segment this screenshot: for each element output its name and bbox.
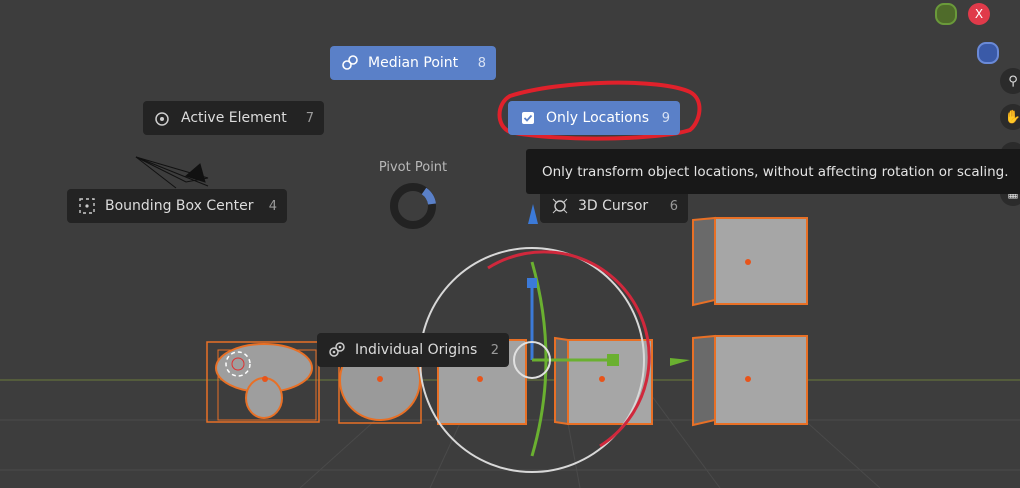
tooltip-text: Only transform object locations, without… bbox=[542, 163, 1009, 180]
pie-item-median-point[interactable]: Median Point 8 bbox=[330, 46, 496, 80]
green-circle-button[interactable] bbox=[935, 3, 957, 25]
tooltip: Only transform object locations, without… bbox=[526, 149, 1020, 194]
pie-item-label: Active Element bbox=[181, 110, 287, 126]
cube-lower-right[interactable] bbox=[692, 334, 808, 427]
viewport-scene[interactable] bbox=[0, 0, 1020, 488]
pie-item-individual-origins[interactable]: Individual Origins 2 bbox=[317, 333, 509, 367]
shortcut-number: 8 bbox=[477, 55, 486, 71]
shortcut-number: 7 bbox=[305, 110, 314, 126]
pie-item-bounding-box-center[interactable]: Bounding Box Center 4 bbox=[67, 189, 287, 223]
shortcut-number: 2 bbox=[490, 342, 499, 358]
shortcut-number: 6 bbox=[669, 198, 678, 214]
pie-item-active-element[interactable]: Active Element 7 bbox=[143, 101, 324, 135]
bounding-box-icon bbox=[77, 196, 97, 216]
pan-button[interactable]: ✋ bbox=[1000, 104, 1020, 130]
checkbox-icon[interactable] bbox=[518, 108, 538, 128]
pie-item-label: Bounding Box Center bbox=[105, 198, 254, 214]
shortcut-number: 9 bbox=[661, 110, 670, 126]
shortcut-number: 4 bbox=[268, 198, 277, 214]
active-element-icon bbox=[153, 108, 173, 128]
individual-origins-icon bbox=[327, 340, 347, 360]
cube-upper-right[interactable] bbox=[692, 216, 808, 307]
pie-item-label: Only Locations bbox=[546, 110, 650, 126]
monkey-object[interactable] bbox=[206, 341, 320, 423]
cube-center-right[interactable] bbox=[554, 336, 653, 426]
pie-direction-ring bbox=[390, 183, 436, 229]
zoom-button[interactable]: ⚲ bbox=[1000, 68, 1020, 94]
hand-icon: ✋ bbox=[1004, 109, 1020, 125]
pie-item-only-locations[interactable]: Only Locations 9 bbox=[508, 101, 680, 135]
camera-object[interactable] bbox=[135, 156, 209, 189]
pie-item-3d-cursor[interactable]: 3D Cursor 6 bbox=[540, 189, 688, 223]
pie-item-label: Median Point bbox=[368, 55, 459, 71]
close-button[interactable]: X bbox=[968, 3, 990, 25]
zoom-icon: ⚲ bbox=[1008, 73, 1018, 89]
pie-item-label: Individual Origins bbox=[355, 342, 478, 358]
blue-circle-button[interactable] bbox=[977, 42, 999, 64]
median-point-icon bbox=[340, 53, 360, 73]
cursor-3d-icon bbox=[550, 196, 570, 216]
close-icon: X bbox=[974, 7, 984, 21]
pie-item-label: 3D Cursor bbox=[578, 198, 649, 214]
pie-menu-title: Pivot Point bbox=[378, 160, 448, 175]
